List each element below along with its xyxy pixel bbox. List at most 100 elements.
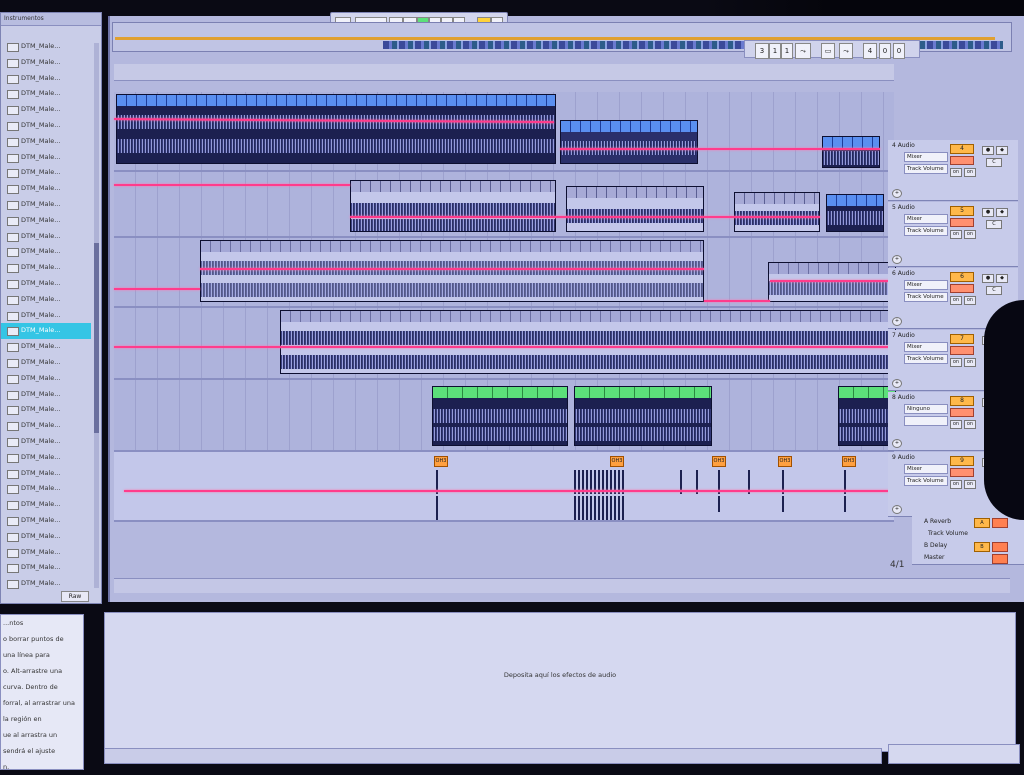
monitor-button[interactable]: on <box>964 480 976 489</box>
monitor-button[interactable]: on <box>964 230 976 239</box>
automation-line[interactable] <box>560 148 880 150</box>
pan-knob[interactable]: C <box>986 220 1002 229</box>
track-lane[interactable] <box>114 380 896 452</box>
midi-clip[interactable] <box>574 386 712 446</box>
browser-scrollbar[interactable] <box>94 43 99 588</box>
add-lane-icon[interactable]: + <box>892 189 902 198</box>
browser-file-item[interactable]: DTM_Male... <box>1 355 91 371</box>
browser-file-item[interactable]: DTM_Male... <box>1 165 91 181</box>
arm-button[interactable]: ● <box>982 274 994 283</box>
audio-clip[interactable] <box>200 240 704 302</box>
browser-file-item[interactable]: DTM_Male... <box>1 339 91 355</box>
return-activator[interactable] <box>992 518 1008 528</box>
audio-clip[interactable] <box>734 192 820 232</box>
automation-line[interactable] <box>114 184 350 186</box>
browser-file-item[interactable]: DTM_Male... <box>1 576 91 592</box>
audio-clip[interactable] <box>560 120 698 164</box>
input-button[interactable]: on <box>950 296 962 305</box>
detail-view[interactable]: Deposita aquí los efectos de audio <box>104 612 1016 752</box>
record-arm-icon[interactable]: ◆ <box>996 146 1008 155</box>
punch-out-icon[interactable]: ⤳ <box>839 43 853 59</box>
clip-tag[interactable]: OH3 <box>712 456 726 467</box>
browser-file-item[interactable]: DTM_Male... <box>1 481 91 497</box>
track-name[interactable]: 9 Audio <box>892 454 915 461</box>
solo-button[interactable] <box>950 408 974 417</box>
track-name[interactable]: 4 Audio <box>892 142 915 149</box>
loop-length-bar[interactable]: 4 <box>863 43 877 59</box>
track-activator[interactable]: 4 <box>950 144 974 154</box>
browser-file-item[interactable]: DTM_Male... <box>1 134 91 150</box>
beat-time-ruler[interactable] <box>114 64 894 81</box>
track-lane[interactable] <box>114 172 894 238</box>
browser-file-item[interactable]: DTM_Male... <box>1 418 91 434</box>
browser-file-item[interactable]: DTM_Male... <box>1 466 91 482</box>
track-lane[interactable]: OH3 OH3 OH3 OH3 OH3 <box>114 452 894 522</box>
track-header[interactable]: 5 Audio Mixer Track Volume 5 on on ● ◆ C + <box>888 202 1018 267</box>
browser-file-item[interactable]: DTM_Male... <box>1 323 91 340</box>
solo-button[interactable] <box>950 346 974 355</box>
record-arm-icon[interactable]: ◆ <box>996 208 1008 217</box>
punch-in-icon[interactable]: ▭ <box>821 43 835 59</box>
automation-device-chooser[interactable]: Mixer <box>904 152 948 162</box>
automation-param-chooser[interactable] <box>904 416 948 426</box>
browser-file-item[interactable]: DTM_Male... <box>1 181 91 197</box>
master-track[interactable]: Master <box>912 552 1024 565</box>
automation-param-chooser[interactable]: Track Volume <box>904 226 948 236</box>
midi-clip[interactable] <box>432 386 568 446</box>
browser-file-item[interactable]: DTM_Male... <box>1 244 91 260</box>
loop-start-bar[interactable]: 3 <box>755 43 769 59</box>
master-activator[interactable] <box>992 554 1008 564</box>
browser-file-item[interactable]: DTM_Male... <box>1 213 91 229</box>
pan-knob[interactable]: C <box>986 286 1002 295</box>
browser-file-item[interactable]: DTM_Male... <box>1 292 91 308</box>
browser-file-item[interactable]: DTM_Male... <box>1 150 91 166</box>
pan-knob[interactable]: C <box>986 158 1002 167</box>
raw-button[interactable]: Raw <box>61 591 89 602</box>
automation-line[interactable] <box>350 216 820 218</box>
monitor-button[interactable]: on <box>964 296 976 305</box>
automation-device-chooser[interactable]: Mixer <box>904 342 948 352</box>
track-name[interactable]: 6 Audio <box>892 270 915 277</box>
automation-param-chooser[interactable]: Track Volume <box>904 354 948 364</box>
browser-file-item[interactable]: DTM_Male... <box>1 529 91 545</box>
audio-clip[interactable] <box>566 186 704 232</box>
return-activator[interactable] <box>992 542 1008 552</box>
solo-button[interactable] <box>950 468 974 477</box>
track-lane[interactable] <box>114 238 896 308</box>
clip-tag[interactable]: OH3 <box>434 456 448 467</box>
browser-file-item[interactable]: DTM_Male... <box>1 55 91 71</box>
audio-clip[interactable] <box>822 136 880 168</box>
browser-file-item[interactable]: DTM_Male... <box>1 308 91 324</box>
return-track-badge[interactable]: A <box>974 518 990 528</box>
clip-tag[interactable]: OH3 <box>778 456 792 467</box>
track-lane[interactable] <box>113 92 894 172</box>
browser-file-item[interactable]: DTM_Male... <box>1 387 91 403</box>
track-activator[interactable]: 8 <box>950 396 974 406</box>
record-arm-icon[interactable]: ◆ <box>996 274 1008 283</box>
browser-file-item[interactable]: DTM_Male... <box>1 497 91 513</box>
browser-file-item[interactable]: DTM_Male... <box>1 102 91 118</box>
browser-file-item[interactable]: DTM_Male... <box>1 371 91 387</box>
browser-file-item[interactable]: DTM_Male... <box>1 118 91 134</box>
track-activator[interactable]: 9 <box>950 456 974 466</box>
audio-clip[interactable] <box>768 262 896 302</box>
monitor-button[interactable]: on <box>964 420 976 429</box>
automation-line[interactable] <box>200 268 704 270</box>
automation-line[interactable] <box>124 490 894 492</box>
loop-length-beat[interactable]: 0 <box>879 43 891 59</box>
automation-device-chooser[interactable]: Ninguno <box>904 404 948 414</box>
input-button[interactable]: on <box>950 358 962 367</box>
audio-clip[interactable] <box>280 310 896 374</box>
browser-file-item[interactable]: DTM_Male... <box>1 86 91 102</box>
loop-switch[interactable]: ⤳ <box>795 43 811 59</box>
browser-file-item[interactable]: DTM_Male... <box>1 229 91 245</box>
loop-start-sixteenth[interactable]: 1 <box>781 43 793 59</box>
arrangement-scrollbar[interactable] <box>114 578 1010 593</box>
browser-file-item[interactable]: DTM_Male... <box>1 560 91 576</box>
monitor-button[interactable]: on <box>964 168 976 177</box>
input-button[interactable]: on <box>950 420 962 429</box>
add-lane-icon[interactable]: + <box>892 379 902 388</box>
solo-button[interactable] <box>950 156 974 165</box>
automation-line[interactable] <box>114 346 894 348</box>
input-button[interactable]: on <box>950 480 962 489</box>
